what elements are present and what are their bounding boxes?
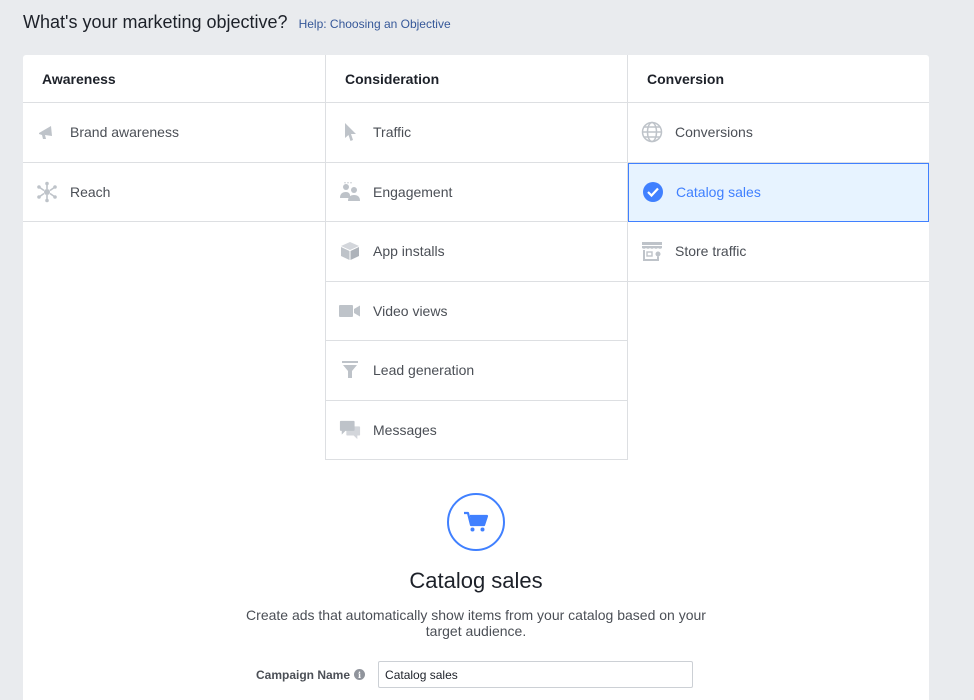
objective-traffic[interactable]: Traffic	[326, 103, 627, 163]
megaphone-icon	[36, 121, 58, 143]
cursor-icon	[339, 121, 361, 143]
objective-label: Reach	[70, 183, 111, 200]
objective-label: Engagement	[373, 183, 453, 200]
reach-icon	[36, 181, 58, 203]
objective-messages[interactable]: Messages	[326, 401, 627, 460]
video-camera-icon	[339, 300, 361, 322]
info-icon[interactable]: i	[354, 669, 366, 680]
objective-label: App installs	[373, 243, 445, 260]
conversion-heading: Conversion	[628, 55, 929, 103]
shopping-cart-icon	[447, 493, 505, 551]
box-icon	[339, 240, 361, 262]
objective-video-views[interactable]: Video views	[326, 282, 627, 341]
objective-label: Conversions	[675, 124, 753, 141]
objective-engagement[interactable]: Engagement	[326, 163, 627, 222]
conversion-column: Conversion Conversions Catalog sales Sto…	[628, 55, 929, 282]
awareness-column: Awareness Brand awareness Reach	[23, 55, 325, 222]
objective-label: Messages	[373, 421, 437, 438]
objective-reach[interactable]: Reach	[23, 163, 325, 222]
people-icon	[339, 181, 361, 203]
objective-detail: Catalog sales Create ads that automatica…	[23, 493, 929, 639]
objective-store-traffic[interactable]: Store traffic	[628, 222, 929, 282]
page-header: What's your marketing objective? Help: C…	[23, 12, 451, 33]
campaign-name-input[interactable]	[378, 661, 694, 688]
funnel-icon	[339, 359, 361, 381]
detail-title: Catalog sales	[409, 568, 543, 593]
objective-label: Traffic	[373, 124, 412, 141]
objective-label: Catalog sales	[676, 184, 761, 201]
detail-description: Create ads that automatically show items…	[246, 607, 706, 639]
objective-conversions[interactable]: Conversions	[628, 103, 929, 163]
consideration-heading: Consideration	[326, 55, 627, 103]
checkmark-circle-icon	[642, 181, 664, 203]
help-link[interactable]: Help: Choosing an Objective	[299, 17, 451, 31]
objective-label: Store traffic	[675, 243, 747, 260]
awareness-heading: Awareness	[23, 55, 325, 103]
globe-icon	[641, 121, 663, 143]
objective-app-installs[interactable]: App installs	[326, 222, 627, 282]
consideration-column: Consideration Traffic Engagement App ins…	[325, 55, 628, 460]
chat-bubbles-icon	[339, 419, 361, 441]
objective-catalog-sales[interactable]: Catalog sales	[628, 162, 929, 222]
objective-brand-awareness[interactable]: Brand awareness	[23, 103, 325, 163]
objective-lead-generation[interactable]: Lead generation	[326, 341, 627, 401]
page-title: What's your marketing objective?	[23, 12, 288, 32]
objective-panel: Awareness Brand awareness Reach Consider…	[23, 55, 929, 700]
objective-label: Brand awareness	[70, 124, 179, 141]
campaign-name-field: Campaign Name i	[256, 661, 694, 688]
store-icon	[641, 240, 663, 262]
objective-label: Lead generation	[373, 362, 475, 379]
campaign-name-label: Campaign Name	[256, 667, 351, 682]
objective-label: Video views	[373, 302, 448, 319]
